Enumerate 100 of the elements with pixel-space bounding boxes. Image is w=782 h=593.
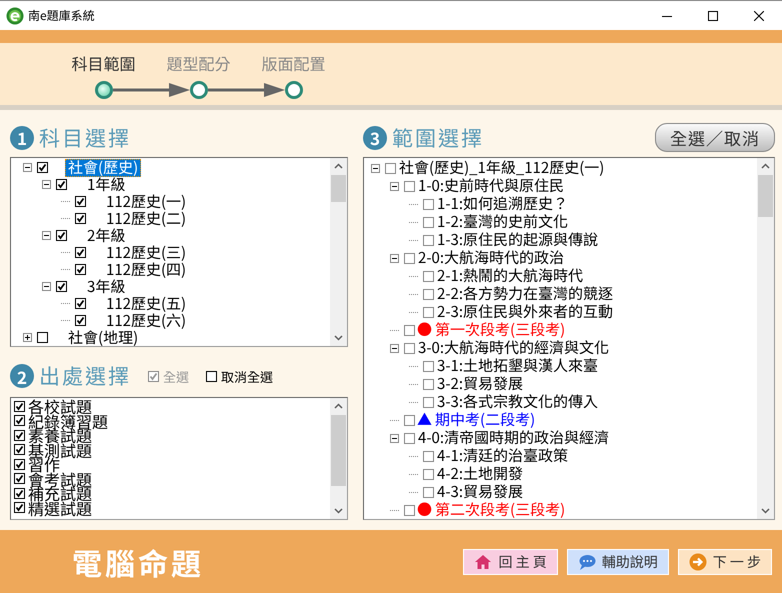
checkbox[interactable] (423, 450, 434, 462)
checkbox[interactable] (404, 252, 415, 264)
checkbox[interactable] (75, 298, 86, 309)
tree-item[interactable]: 3年級 (84, 278, 128, 296)
checkbox[interactable] (37, 332, 48, 343)
checkbox[interactable] (423, 378, 434, 390)
checkbox[interactable] (56, 230, 67, 241)
expand-icon[interactable] (23, 333, 32, 342)
collapse-icon[interactable] (371, 164, 380, 172)
tree-item[interactable]: 2-0:大航海時代的政治 (415, 249, 568, 267)
checkbox[interactable] (14, 444, 25, 456)
checkbox[interactable] (423, 234, 434, 246)
scrollbar[interactable] (330, 398, 347, 519)
tree-item[interactable]: 112歷史(五) (103, 294, 190, 312)
checkbox[interactable] (423, 306, 434, 318)
checkbox[interactable] (56, 179, 67, 190)
checkbox[interactable] (423, 288, 434, 300)
tree-item[interactable]: 112歷史(六) (103, 312, 190, 330)
tree-item[interactable]: 3-0:大航海時代的經濟與文化 (415, 339, 612, 357)
tree-item[interactable]: 112歷史(一) (103, 192, 190, 210)
tree-item[interactable]: 1-0:史前時代與原住民 (415, 177, 568, 195)
checkbox[interactable] (404, 180, 415, 192)
tree-item[interactable]: 2年級 (84, 226, 128, 244)
maximize-icon[interactable] (708, 10, 718, 20)
tree-item[interactable]: 3-1:土地拓墾與漢人來臺 (434, 357, 602, 375)
tree-item[interactable]: 社會(歷史)_1年級_112歷史(一) (396, 159, 608, 177)
checkbox[interactable] (14, 400, 25, 412)
list-item[interactable]: 紀錄簿習題 (28, 414, 108, 428)
list-item[interactable]: 會考試題 (28, 472, 92, 486)
checkbox[interactable] (75, 213, 86, 224)
step-circle[interactable] (285, 81, 303, 99)
scrollbar[interactable] (757, 158, 774, 519)
close-icon[interactable] (754, 10, 764, 20)
checkbox[interactable] (404, 324, 415, 336)
list-item[interactable]: 補充試題 (28, 486, 92, 500)
checkbox[interactable] (404, 342, 415, 354)
checkbox[interactable] (75, 247, 86, 258)
tree-item[interactable]: 112歷史(二) (103, 210, 190, 228)
tree-item[interactable]: 2-1:熱鬧的大航海時代 (434, 267, 586, 285)
checkbox[interactable] (14, 488, 25, 499)
checkbox[interactable] (404, 504, 415, 516)
checkbox[interactable] (14, 415, 25, 426)
next-button[interactable]: 下 一 步 (678, 548, 772, 574)
collapse-icon[interactable] (390, 434, 399, 442)
list-item[interactable]: 素養試題 (28, 428, 92, 442)
tree-item[interactable]: 1年級 (84, 176, 128, 194)
tree-item[interactable]: 1-2:臺灣的史前文化 (434, 213, 572, 231)
scrollbar[interactable] (330, 158, 347, 346)
list-item[interactable]: 習作 (28, 457, 60, 472)
tree-item[interactable]: 4-3:貿易發展 (434, 483, 526, 501)
tree-item[interactable]: 1-3:原住民的起源與傳說 (434, 231, 602, 249)
tree-item[interactable]: 3-2:貿易發展 (434, 375, 526, 393)
checkbox[interactable] (423, 198, 434, 210)
checkbox[interactable] (75, 315, 86, 326)
scroll-thumb[interactable] (758, 175, 773, 217)
tree-item[interactable]: 4-1:清廷的治臺政策 (434, 447, 572, 465)
exam-item[interactable]: 第二次段考(三段考) (432, 501, 568, 519)
collapse-icon[interactable] (23, 163, 32, 172)
tree-item[interactable]: 3-3:各式宗教文化的傳入 (434, 393, 602, 411)
checkbox[interactable] (14, 502, 25, 514)
tree-item[interactable]: 4-2:土地開發 (434, 465, 526, 483)
scroll-thumb[interactable] (331, 415, 346, 486)
collapse-icon[interactable] (42, 180, 51, 189)
tree-item[interactable]: 4-0:清帝國時期的政治與經濟 (415, 429, 612, 447)
step-circle[interactable] (95, 81, 113, 99)
checkbox[interactable] (75, 264, 86, 275)
checkbox[interactable] (423, 270, 434, 282)
list-item[interactable]: 精選試題 (28, 500, 92, 515)
checkbox[interactable] (423, 216, 434, 228)
select-all-toggle-button[interactable]: 全選／取消 (655, 123, 775, 152)
checkbox[interactable] (423, 360, 434, 372)
checkbox[interactable] (385, 162, 396, 174)
tree-item[interactable]: 112歷史(三) (103, 244, 190, 262)
checkbox[interactable] (75, 196, 86, 207)
collapse-icon[interactable] (390, 344, 399, 352)
collapse-icon[interactable] (42, 282, 51, 291)
checkbox[interactable] (14, 430, 25, 441)
scroll-thumb[interactable] (331, 175, 346, 202)
checkbox[interactable] (423, 468, 434, 480)
tree-item[interactable]: 1-1:如何追溯歷史？ (434, 195, 572, 213)
checkbox[interactable] (56, 281, 67, 292)
step-circle[interactable] (190, 81, 208, 99)
tree-item[interactable]: 社會(地理) (65, 328, 142, 346)
collapse-icon[interactable] (390, 182, 399, 190)
list-item[interactable]: 各校試題 (28, 399, 92, 414)
collapse-icon[interactable] (42, 231, 51, 240)
home-button[interactable]: 回 主 頁 (463, 548, 558, 574)
checkbox[interactable] (404, 432, 415, 444)
tree-item[interactable]: 2-2:各方勢力在臺灣的競逐 (434, 285, 616, 303)
exam-item[interactable]: 期中考(二段考) (432, 411, 538, 429)
checkbox[interactable] (404, 414, 415, 426)
select-option[interactable]: 取消全選 (206, 366, 274, 386)
checkbox[interactable] (423, 486, 434, 498)
checkbox[interactable] (423, 396, 434, 408)
tree-item[interactable]: 112歷史(四) (103, 260, 190, 278)
checkbox[interactable] (14, 473, 25, 484)
help-button[interactable]: 輔助說明 (566, 548, 669, 574)
collapse-icon[interactable] (390, 254, 399, 262)
list-item[interactable]: 基測試題 (28, 442, 92, 457)
tree-item[interactable]: 社會(歷史) (65, 158, 142, 176)
